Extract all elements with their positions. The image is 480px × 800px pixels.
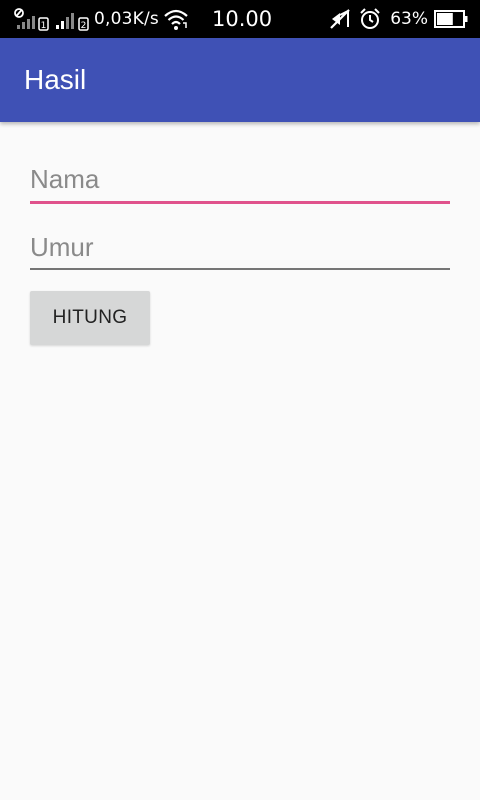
status-left: 1 2 0,03K/s xyxy=(14,0,189,38)
status-bar: 1 2 0,03K/s 10.00 63% xyxy=(0,0,480,38)
mute-icon xyxy=(328,7,352,31)
nama-input[interactable] xyxy=(30,164,450,195)
battery-percent: 63% xyxy=(390,9,428,29)
nama-field[interactable] xyxy=(30,164,450,204)
status-time: 10.00 xyxy=(212,7,273,31)
network-speed: 0,03K/s xyxy=(94,9,159,29)
no-data-icon xyxy=(14,7,38,31)
status-right: 63% xyxy=(328,0,468,38)
umur-field[interactable] xyxy=(30,232,450,270)
hitung-button[interactable]: HITUNG xyxy=(30,291,150,345)
umur-input[interactable] xyxy=(30,232,450,263)
page-title: Hasil xyxy=(24,64,87,95)
svg-text:2: 2 xyxy=(81,21,87,31)
sim1-label: 1 xyxy=(38,7,50,31)
app-bar: Hasil xyxy=(0,38,480,122)
svg-text:1: 1 xyxy=(41,21,47,31)
alarm-icon xyxy=(358,7,382,31)
wifi-icon xyxy=(163,7,189,31)
sim2-label: 2 xyxy=(78,7,90,31)
signal-sim2-icon xyxy=(54,7,78,31)
battery-icon xyxy=(434,9,468,29)
